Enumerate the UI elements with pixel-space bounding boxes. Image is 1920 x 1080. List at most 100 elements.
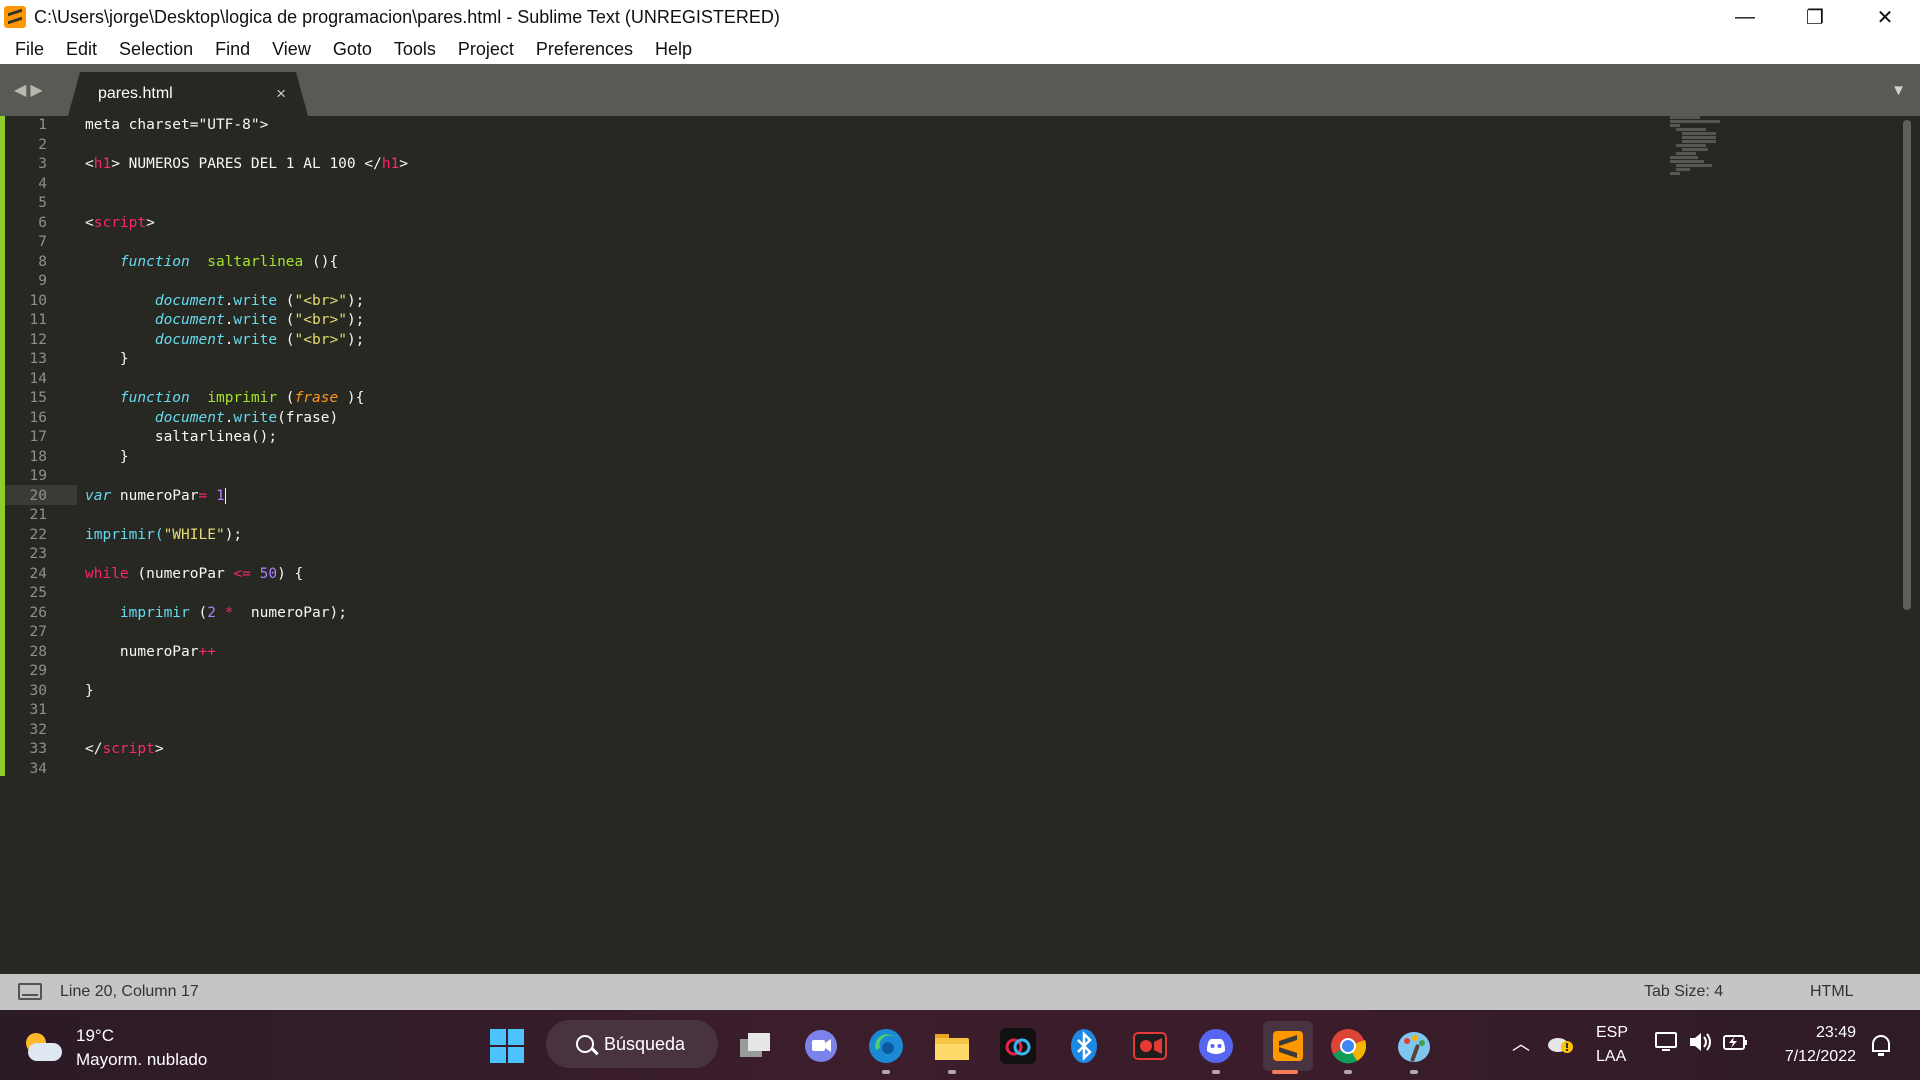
line-number: 29	[29, 663, 47, 679]
minimize-button[interactable]: —	[1710, 0, 1780, 34]
chevron-down-icon[interactable]: ▼	[1891, 82, 1906, 99]
code-line-10: document.write ("<br>");	[85, 292, 408, 312]
code-string: "<br>"	[294, 312, 347, 328]
code-text: >	[399, 156, 409, 172]
code-text: (){	[303, 253, 339, 270]
weather-widget[interactable]: 19°C Mayorm. nublado	[22, 1024, 207, 1072]
menu-goto[interactable]: Goto	[322, 39, 383, 60]
code-tag: h1	[93, 156, 112, 172]
title-bar: C:\Users\jorge\Desktop\logica de program…	[0, 0, 1920, 34]
cursor-position[interactable]: Line 20, Column 17	[60, 983, 199, 1001]
close-icon[interactable]: ×	[276, 84, 286, 104]
code-keyword: function	[119, 253, 190, 270]
tab-size[interactable]: Tab Size: 4	[1644, 983, 1723, 1001]
input-layout[interactable]: LAA	[1596, 1048, 1626, 1066]
windows-start-icon[interactable]	[488, 1027, 526, 1065]
teams-chat-icon[interactable]	[802, 1027, 840, 1065]
screen-recorder-icon[interactable]	[1131, 1027, 1169, 1065]
taskbar-search[interactable]: Búsqueda	[546, 1020, 718, 1068]
input-language[interactable]: ESP	[1596, 1024, 1628, 1042]
line-number: 4	[38, 175, 47, 192]
menu-help[interactable]: Help	[644, 39, 703, 60]
status-bar: Line 20, Column 17 Tab Size: 4 HTML	[0, 974, 1920, 1010]
code-line-33: </script>	[85, 740, 408, 760]
code-text: }	[85, 448, 129, 465]
chrome-icon[interactable]	[1329, 1027, 1367, 1065]
line-number: 30	[29, 682, 47, 699]
chevron-up-icon[interactable]: ︿	[1512, 1030, 1530, 1056]
code-string: "<br>"	[294, 292, 347, 309]
close-button[interactable]: ✕	[1850, 0, 1920, 34]
clock-time[interactable]: 23:49	[1810, 1024, 1856, 1042]
arrow-right-icon[interactable]: ▶	[30, 80, 42, 100]
code-string: "<br>"	[294, 331, 347, 348]
menu-selection[interactable]: Selection	[108, 39, 204, 60]
line-number: 24	[29, 565, 47, 582]
line-number: 26	[29, 604, 47, 621]
code-line-20: var numeroPar= 1	[85, 487, 408, 507]
panel-toggle-icon[interactable]	[18, 983, 42, 1000]
editor[interactable]: 1 2 3 4 5 6 7 8 9 10 11 12 13 14 15 16 1…	[0, 116, 1920, 974]
code-line-22: imprimir("WHILE");	[85, 526, 408, 546]
code-string: "WHILE"	[163, 526, 225, 543]
minimap[interactable]	[1670, 116, 1750, 226]
restore-button[interactable]: ❐	[1780, 0, 1850, 34]
vertical-scrollbar[interactable]	[1903, 120, 1911, 610]
edge-icon[interactable]	[867, 1027, 905, 1065]
code-line-16: document.write(frase)	[85, 409, 408, 429]
menu-find[interactable]: Find	[204, 39, 261, 60]
tab-nav-arrows: ◀ ▶	[14, 80, 43, 100]
line-number: 31	[29, 702, 47, 718]
battery-icon[interactable]	[1722, 1030, 1748, 1059]
line-number: 27	[29, 624, 47, 640]
menu-project[interactable]: Project	[447, 39, 525, 60]
sublime-text-icon	[4, 6, 26, 28]
code-text: );	[346, 331, 365, 348]
line-number: 3	[38, 156, 47, 172]
syntax-mode[interactable]: HTML	[1810, 983, 1854, 1001]
clock-date[interactable]: 7/12/2022	[1774, 1048, 1856, 1066]
sublime-text-taskbar-icon[interactable]	[1263, 1021, 1313, 1071]
menu-tools[interactable]: Tools	[383, 39, 447, 60]
notifications-icon[interactable]	[1868, 1032, 1894, 1063]
code-text: <	[85, 214, 94, 231]
line-number: 33	[29, 741, 47, 757]
code-keyword: while	[85, 565, 129, 582]
code-text: saltarlinea();	[85, 429, 278, 445]
line-number: 8	[38, 253, 47, 270]
code-tag: h1	[381, 156, 400, 172]
line-number: 18	[29, 448, 47, 465]
code-line-11: document.write ("<br>");	[85, 311, 408, 331]
tab-pares-html[interactable]: pares.html ×	[68, 72, 308, 116]
creative-cloud-icon[interactable]	[999, 1027, 1037, 1065]
code-text: (numeroPar	[128, 565, 234, 582]
menu-preferences[interactable]: Preferences	[525, 39, 644, 60]
arrow-left-icon[interactable]: ◀	[14, 80, 26, 100]
code-line-15: function imprimir (frase ){	[85, 389, 408, 409]
line-number: 5	[38, 195, 47, 211]
menu-file[interactable]: File	[4, 39, 55, 60]
code-text: ){	[338, 390, 365, 406]
task-view-icon[interactable]	[736, 1027, 774, 1065]
code-area[interactable]: meta charset="UTF-8"> <h1> NUMEROS PARES…	[85, 116, 408, 779]
menu-view[interactable]: View	[261, 39, 322, 60]
discord-icon[interactable]	[1197, 1027, 1235, 1065]
paint-icon[interactable]	[1395, 1027, 1433, 1065]
menu-edit[interactable]: Edit	[55, 39, 108, 60]
onedrive-icon[interactable]	[1546, 1032, 1574, 1059]
code-keyword: function	[119, 390, 190, 406]
code-variable: numeroPar	[85, 643, 199, 660]
weather-desc: Mayorm. nublado	[76, 1050, 208, 1069]
code-text: <	[85, 156, 94, 172]
code-text: >	[146, 214, 155, 231]
file-explorer-icon[interactable]	[933, 1027, 971, 1065]
bluetooth-icon[interactable]	[1065, 1027, 1103, 1065]
network-icon[interactable]	[1654, 1030, 1680, 1059]
volume-icon[interactable]	[1688, 1030, 1714, 1059]
